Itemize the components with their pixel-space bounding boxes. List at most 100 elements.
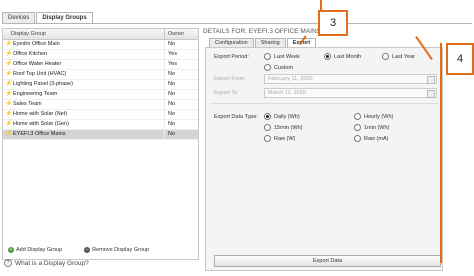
radio-dot-selected <box>324 53 331 60</box>
lightning-icon: ⚡ <box>5 61 13 67</box>
group-name: Eyedro Office Main <box>13 41 60 47</box>
list-item[interactable]: ⚡ Engineering Team No <box>3 90 198 100</box>
group-name: Office Kitchen <box>13 51 48 57</box>
group-name-cell: ⚡ Sales Team <box>3 100 165 109</box>
radio-dot-selected <box>264 113 271 120</box>
export-to-input[interactable]: March 11, 2020 <box>264 88 437 98</box>
radio-label: Last Week <box>274 53 300 60</box>
radio-label: Raw (mA) <box>364 135 389 142</box>
minus-icon: − <box>84 247 91 253</box>
group-name: Engineering Team <box>13 91 58 97</box>
owner-cell: No <box>168 131 176 137</box>
owner-cell: No <box>168 121 176 127</box>
group-name: Office Water Heater <box>13 61 62 67</box>
list-footer: + Add Display Group − Remove Display Gro… <box>2 244 197 256</box>
lightning-icon: ⚡ <box>5 111 13 117</box>
column-header-group[interactable]: Display Group <box>3 29 165 39</box>
radio-15min-wh[interactable]: 15min (Wh) <box>264 124 302 131</box>
details-panel: DETAILS FOR: EYEFI.3 OFFICE MAINS Config… <box>203 28 443 271</box>
radio-label: 1min (Wh) <box>364 124 390 131</box>
export-from-input[interactable]: February 11, 2020 <box>264 74 437 84</box>
group-name-cell: ⚡ Office Kitchen <box>3 50 165 59</box>
owner-cell: No <box>168 101 176 107</box>
display-group-list: Display Group Owner ⚡ Eyedro Office Main N… <box>2 28 199 260</box>
lightning-icon: ⚡ <box>5 91 13 97</box>
list-item[interactable]: ⚡ Roof Top Unit (HVAC) No <box>3 70 198 80</box>
group-name-cell: ⚡ Office Water Heater <box>3 60 165 69</box>
list-item[interactable]: ⚡ Office Water Heater Yes <box>3 60 198 70</box>
group-name-cell: ⚡ Lighting Panel (3-phase) <box>3 80 165 89</box>
radio-dot <box>264 53 271 60</box>
lightning-icon: ⚡ <box>5 51 13 57</box>
export-from-value: February 11, 2020 <box>268 76 313 82</box>
calendar-icon[interactable] <box>427 76 435 84</box>
radio-label: Custom <box>274 64 293 71</box>
group-name: Lighting Panel (3-phase) <box>13 81 73 87</box>
export-period-label: Export Period: <box>214 54 249 60</box>
question-icon: ? <box>4 259 12 267</box>
list-item[interactable]: ⚡ Office Kitchen Yes <box>3 50 198 60</box>
export-data-button[interactable]: Export Data <box>214 255 441 267</box>
lightning-icon: ⚡ <box>5 41 13 47</box>
plus-icon: + <box>8 247 14 253</box>
export-data-type-label: Export Data Type: <box>214 114 258 120</box>
list-item[interactable]: ⚡ EYEFI.3 Office Mains No <box>3 130 198 140</box>
what-is-label: What is a Display Group? <box>15 259 89 267</box>
what-is-display-group-link[interactable]: ? What is a Display Group? <box>4 259 89 267</box>
radio-label: 15min (Wh) <box>274 124 303 131</box>
lightning-icon: ⚡ <box>5 121 13 127</box>
owner-cell: No <box>168 81 176 87</box>
list-item[interactable]: ⚡ Home with Solar (Gen) No <box>3 120 198 130</box>
tab-devices[interactable]: Devices <box>2 12 36 23</box>
radio-label: Last Year <box>392 53 415 60</box>
list-item[interactable]: ⚡ Home with Solar (Net) No <box>3 110 198 120</box>
remove-label: Remove Display Group <box>92 247 150 253</box>
list-item[interactable]: ⚡ Lighting Panel (3-phase) No <box>3 80 198 90</box>
list-item[interactable]: ⚡ Eyedro Office Main No <box>3 40 198 50</box>
owner-cell: No <box>168 71 176 77</box>
export-from-label: Export From: <box>214 76 246 82</box>
radio-raw-w[interactable]: Raw (W) <box>264 135 295 142</box>
export-to-label: Export To: <box>214 90 239 96</box>
radio-custom[interactable]: Custom <box>264 64 293 71</box>
tab-configuration[interactable]: Configuration <box>209 38 254 47</box>
add-display-group-button[interactable]: + Add Display Group <box>8 247 62 253</box>
remove-display-group-button[interactable]: − Remove Display Group <box>84 247 149 253</box>
group-name-cell: ⚡ Eyedro Office Main <box>3 40 165 49</box>
radio-dot <box>354 113 361 120</box>
group-name-cell: ⚡ Roof Top Unit (HVAC) <box>3 70 165 79</box>
tab-sharing[interactable]: Sharing <box>254 38 286 47</box>
group-name: Sales Team <box>13 101 42 107</box>
lightning-icon: ⚡ <box>5 101 13 107</box>
radio-raw-ma[interactable]: Raw (mA) <box>354 135 388 142</box>
callout-4: 4 <box>446 43 474 75</box>
column-header-owner[interactable]: Owner <box>165 29 198 39</box>
radio-label: Hourly (Wh) <box>364 113 394 120</box>
callout-4-line <box>440 43 442 263</box>
radio-1min-wh[interactable]: 1min (Wh) <box>354 124 389 131</box>
radio-last-week[interactable]: Last Week <box>264 53 300 60</box>
group-name: Roof Top Unit (HVAC) <box>13 71 67 77</box>
export-pane: Export Period: Last Week Last Month Last… <box>205 47 443 271</box>
owner-cell: Yes <box>168 51 177 57</box>
radio-dot <box>354 135 361 142</box>
radio-label: Last Month <box>334 53 362 60</box>
group-name: EYEFI.3 Office Mains <box>13 131 66 137</box>
callout-3-pointer <box>320 0 322 10</box>
radio-hourly-wh[interactable]: Hourly (Wh) <box>354 113 393 120</box>
owner-cell: No <box>168 111 176 117</box>
list-item[interactable]: ⚡ Sales Team No <box>3 100 198 110</box>
calendar-icon[interactable] <box>427 90 435 98</box>
divider <box>210 103 438 104</box>
top-tabs: Devices Display Groups <box>2 12 94 24</box>
list-header: Display Group Owner <box>3 29 198 40</box>
radio-label: Raw (W) <box>274 135 296 142</box>
radio-daily-wh[interactable]: Daily (Wh) <box>264 113 300 120</box>
radio-dot <box>264 64 271 71</box>
radio-dot <box>382 53 389 60</box>
radio-dot <box>354 124 361 131</box>
radio-last-year[interactable]: Last Year <box>382 53 415 60</box>
radio-last-month[interactable]: Last Month <box>324 53 361 60</box>
lightning-icon: ⚡ <box>5 71 13 77</box>
callout-3: 3 <box>318 10 348 36</box>
